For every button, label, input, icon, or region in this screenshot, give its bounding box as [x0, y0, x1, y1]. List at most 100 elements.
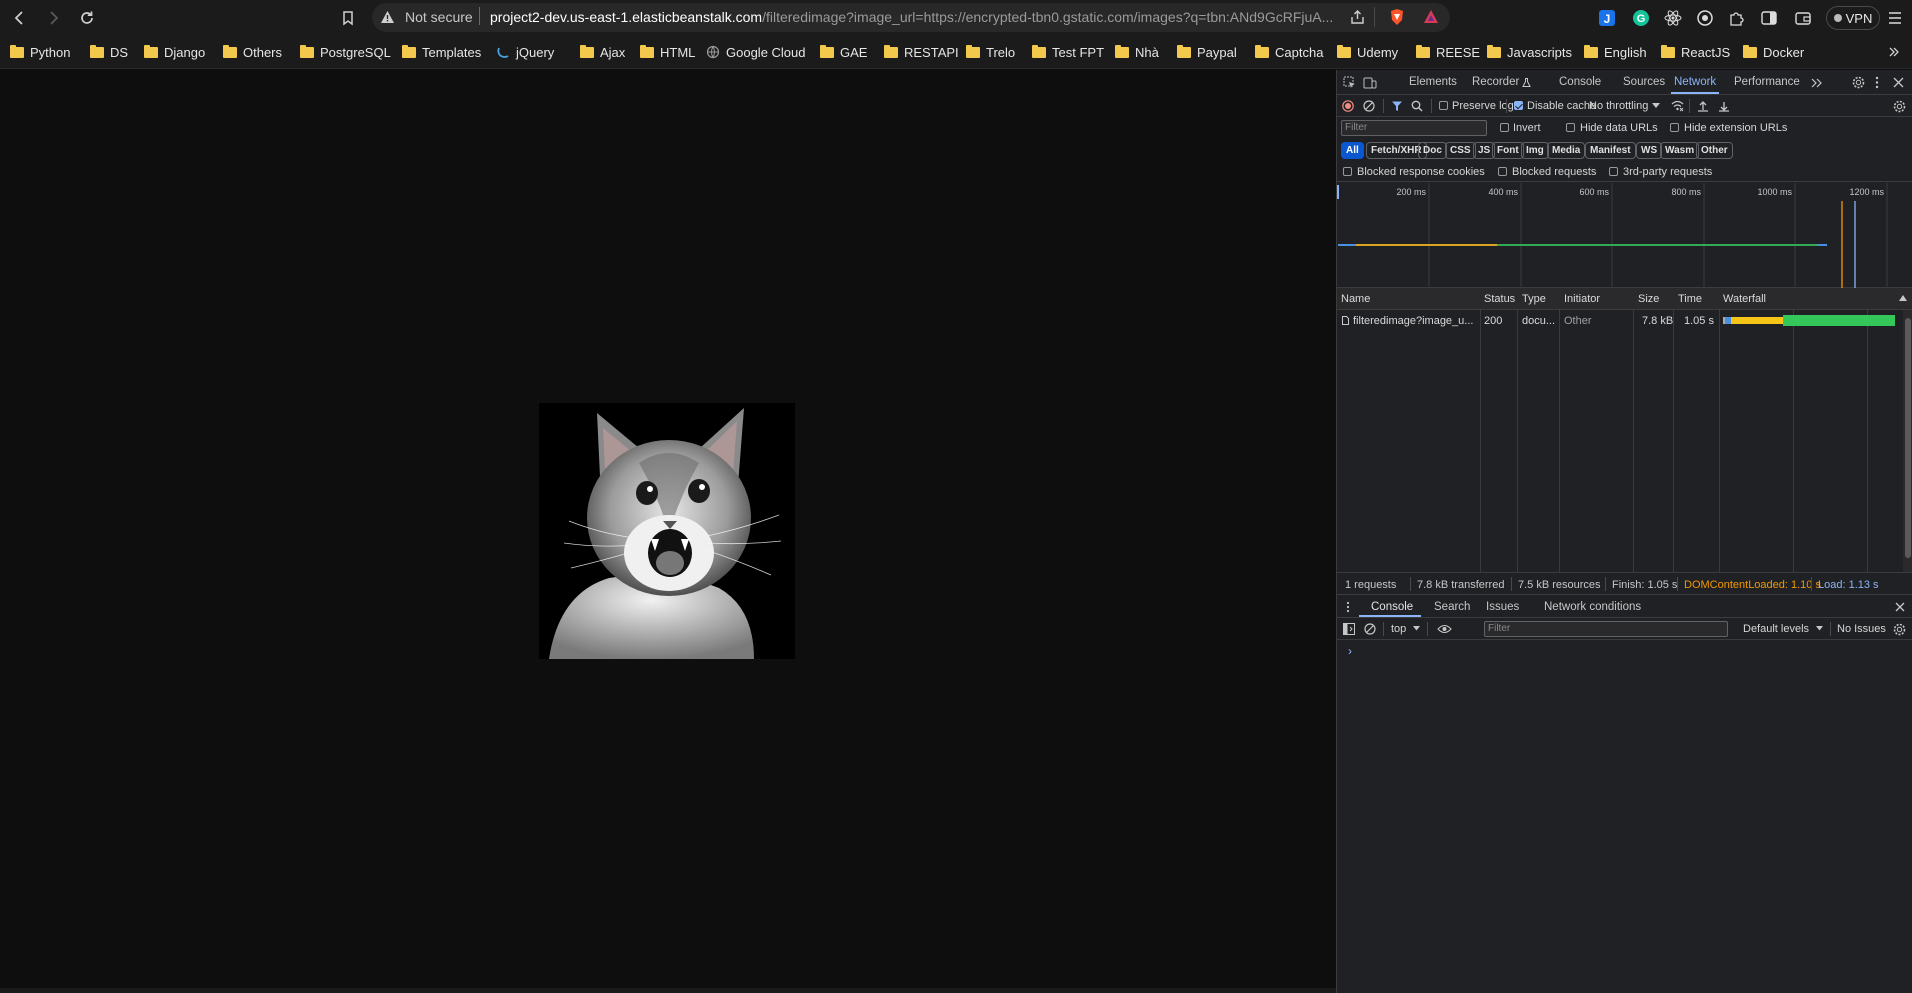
- hide-extension-urls-checkbox[interactable]: [1670, 123, 1679, 132]
- wallet-icon[interactable]: [1792, 7, 1814, 29]
- react-devtools-icon[interactable]: [1662, 7, 1684, 29]
- console-filter-input[interactable]: Filter: [1484, 621, 1728, 637]
- inspect-element-icon[interactable]: [1343, 76, 1356, 89]
- extensions-puzzle-icon[interactable]: [1726, 7, 1748, 29]
- bookmark-item[interactable]: Python: [10, 44, 70, 60]
- bookmark-item[interactable]: jQuery: [496, 44, 554, 60]
- clear-icon[interactable]: [1363, 100, 1375, 112]
- tab-elements[interactable]: Elements: [1409, 76, 1457, 88]
- grammarly-icon[interactable]: G: [1630, 7, 1652, 29]
- network-overview-timeline[interactable]: 200 ms 400 ms 600 ms 800 ms 1000 ms 1200…: [1337, 183, 1912, 288]
- preserve-log-checkbox[interactable]: [1439, 101, 1448, 110]
- type-filter-img[interactable]: Img: [1521, 142, 1549, 159]
- record-icon[interactable]: [1342, 100, 1354, 112]
- type-filter-font[interactable]: Font: [1492, 142, 1524, 159]
- issues-counter[interactable]: No Issues: [1837, 623, 1886, 635]
- network-filter-input[interactable]: Filter: [1341, 120, 1487, 136]
- bookmark-item[interactable]: DS: [90, 44, 128, 60]
- hide-data-urls-checkbox[interactable]: [1566, 123, 1575, 132]
- drawer-tab-search[interactable]: Search: [1434, 601, 1470, 613]
- settings-gear-icon[interactable]: [1852, 76, 1865, 89]
- bookmarks-overflow-button[interactable]: [1888, 44, 1900, 60]
- bookmark-item[interactable]: PostgreSQL: [300, 44, 391, 60]
- device-toolbar-icon[interactable]: [1363, 76, 1377, 89]
- table-vertical-scrollbar[interactable]: [1903, 310, 1912, 572]
- column-header-type[interactable]: Type: [1522, 293, 1546, 305]
- forward-button[interactable]: [40, 5, 66, 31]
- throttling-select[interactable]: No throttling: [1589, 100, 1648, 112]
- bookmark-page-button[interactable]: [335, 5, 361, 31]
- blocked-response-cookies-checkbox[interactable]: [1343, 167, 1352, 176]
- type-filter-css[interactable]: CSS: [1445, 142, 1476, 159]
- page-horizontal-scrollbar[interactable]: [0, 988, 1336, 993]
- console-sidebar-icon[interactable]: [1343, 623, 1355, 635]
- tab-sources[interactable]: Sources: [1623, 76, 1665, 88]
- more-tabs-icon[interactable]: [1811, 78, 1823, 88]
- bookmark-item[interactable]: Templates: [402, 44, 481, 60]
- column-header-size[interactable]: Size: [1638, 293, 1659, 305]
- close-icon[interactable]: [1893, 77, 1904, 88]
- tab-recorder[interactable]: Recorder: [1472, 76, 1519, 88]
- bookmark-item[interactable]: Trelo: [966, 44, 1015, 60]
- context-selector[interactable]: top: [1391, 623, 1406, 635]
- type-filter-all[interactable]: All: [1341, 142, 1364, 159]
- target-extension-icon[interactable]: [1694, 7, 1716, 29]
- bookmark-item[interactable]: Captcha: [1255, 44, 1323, 60]
- tab-console[interactable]: Console: [1559, 76, 1601, 88]
- console-settings-icon[interactable]: [1893, 623, 1906, 636]
- drawer-close-icon[interactable]: [1895, 602, 1905, 612]
- blocked-requests-checkbox[interactable]: [1498, 167, 1507, 176]
- sidebar-toggle-icon[interactable]: [1758, 7, 1780, 29]
- column-header-time[interactable]: Time: [1678, 293, 1702, 305]
- share-icon[interactable]: [1349, 9, 1366, 26]
- bookmark-item[interactable]: Udemy: [1337, 44, 1398, 60]
- export-har-icon[interactable]: [1718, 100, 1730, 112]
- brave-shields-icon[interactable]: [1389, 8, 1405, 26]
- column-header-initiator[interactable]: Initiator: [1564, 293, 1600, 305]
- drawer-tab-network-conditions[interactable]: Network conditions: [1544, 601, 1641, 613]
- drawer-menu-icon[interactable]: [1346, 601, 1350, 613]
- sort-ascending-icon[interactable]: [1899, 295, 1907, 301]
- type-filter-ws[interactable]: WS: [1636, 142, 1663, 159]
- column-header-status[interactable]: Status: [1484, 293, 1515, 305]
- type-filter-wasm[interactable]: Wasm: [1660, 142, 1700, 159]
- menu-icon[interactable]: [1884, 7, 1906, 29]
- invert-checkbox[interactable]: [1500, 123, 1509, 132]
- bookmark-item[interactable]: Paypal: [1177, 44, 1237, 60]
- network-conditions-icon[interactable]: [1671, 100, 1684, 112]
- bookmark-item[interactable]: Nhà: [1115, 44, 1159, 60]
- type-filter-manifest[interactable]: Manifest: [1585, 142, 1636, 159]
- live-expression-eye-icon[interactable]: [1437, 624, 1452, 634]
- reload-button[interactable]: [74, 5, 100, 31]
- bookmark-item[interactable]: English: [1584, 44, 1647, 60]
- third-party-requests-checkbox[interactable]: [1609, 167, 1618, 176]
- extension-j-icon[interactable]: J: [1596, 7, 1618, 29]
- bookmark-item[interactable]: ReactJS: [1661, 44, 1730, 60]
- bookmark-item[interactable]: GAE: [820, 44, 867, 60]
- column-header-name[interactable]: Name: [1341, 293, 1370, 305]
- search-icon[interactable]: [1411, 100, 1423, 112]
- scrollbar-thumb[interactable]: [1905, 318, 1911, 558]
- type-filter-other[interactable]: Other: [1696, 142, 1733, 159]
- type-filter-doc[interactable]: Doc: [1418, 142, 1447, 159]
- bookmark-item[interactable]: Docker: [1743, 44, 1804, 60]
- console-prompt[interactable]: ›: [1348, 644, 1352, 658]
- table-row[interactable]: filteredimage?image_u... 200 docu... Oth…: [1337, 310, 1903, 330]
- drawer-tab-issues[interactable]: Issues: [1486, 601, 1519, 613]
- bookmark-item[interactable]: REESE: [1416, 44, 1480, 60]
- more-options-icon[interactable]: [1875, 76, 1879, 89]
- bookmark-item[interactable]: Javascripts: [1487, 44, 1572, 60]
- import-har-icon[interactable]: [1697, 100, 1709, 112]
- bookmark-item[interactable]: Django: [144, 44, 205, 60]
- security-label[interactable]: Not secure: [405, 9, 473, 25]
- disable-cache-checkbox[interactable]: [1514, 101, 1523, 110]
- back-button[interactable]: [7, 5, 33, 31]
- type-filter-media[interactable]: Media: [1547, 142, 1586, 159]
- tab-network[interactable]: Network: [1674, 76, 1716, 88]
- vpn-button[interactable]: VPN: [1826, 6, 1880, 30]
- clear-console-icon[interactable]: [1364, 623, 1376, 635]
- brave-rewards-icon[interactable]: [1423, 9, 1439, 24]
- bookmark-item[interactable]: Others: [223, 44, 282, 60]
- url-text[interactable]: project2-dev.us-east-1.elasticbeanstalk.…: [490, 9, 1338, 25]
- bookmark-item[interactable]: Test FPT: [1032, 44, 1104, 60]
